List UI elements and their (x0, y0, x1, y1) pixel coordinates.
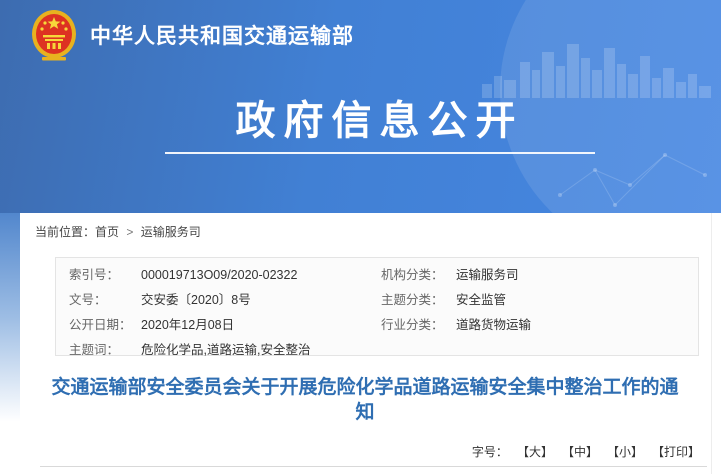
meta-value: 交安委〔2020〕8号 (141, 288, 381, 313)
meta-label: 行业分类： (381, 313, 456, 338)
font-size-medium-button[interactable]: 【中】 (562, 443, 598, 460)
font-size-large-button[interactable]: 【大】 (517, 443, 553, 460)
breadcrumb-section-link[interactable]: 运输服务司 (141, 225, 201, 239)
meta-label: 主题分类： (381, 288, 456, 313)
meta-label: 文号： (56, 288, 141, 313)
meta-value: 000019713O09/2020-02322 (141, 263, 381, 288)
breadcrumb-home-link[interactable]: 首页 (95, 225, 119, 239)
breadcrumb: 当前位置：首页 > 运输服务司 (20, 213, 711, 241)
meta-label: 主题词： (56, 338, 141, 363)
document-meta-table: 索引号： 000019713O09/2020-02322 机构分类： 运输服务司… (55, 257, 699, 356)
meta-label: 索引号： (56, 263, 141, 288)
font-size-small-button[interactable]: 【小】 (607, 443, 643, 460)
content-panel: 当前位置：首页 > 运输服务司 索引号： 000019713O09/2020-0… (20, 213, 712, 474)
banner-title-underline (165, 152, 595, 154)
document-title: 交通运输部安全委员会关于开展危险化学品道路运输安全集中整治工作的通知 (45, 375, 685, 425)
meta-row-docnumber: 文号： 交安委〔2020〕8号 主题分类： 安全监管 (56, 288, 698, 313)
print-button[interactable]: 【打印】 (652, 443, 700, 460)
meta-label: 公开日期： (56, 313, 141, 338)
city-skyline-decor (480, 40, 721, 98)
font-size-label: 字号： (472, 443, 508, 460)
national-emblem-icon (30, 8, 78, 62)
left-gradient-strip (0, 213, 20, 474)
site-name-link[interactable]: 中华人民共和国交通运输部 (90, 20, 354, 50)
meta-row-index: 索引号： 000019713O09/2020-02322 机构分类： 运输服务司 (56, 263, 698, 288)
meta-value: 安全监管 (456, 288, 698, 313)
banner: 中华人民共和国交通运输部 政府信息公开 (0, 0, 721, 213)
breadcrumb-label: 当前位置： (35, 225, 95, 239)
banner-page-title: 政府信息公开 (19, 98, 721, 144)
breadcrumb-separator-icon: > (126, 225, 133, 239)
content-divider (40, 466, 707, 467)
meta-value: 道路货物运输 (456, 313, 698, 338)
meta-row-date: 公开日期： 2020年12月08日 行业分类： 道路货物运输 (56, 313, 698, 338)
meta-label: 机构分类： (381, 263, 456, 288)
meta-value: 运输服务司 (456, 263, 698, 288)
meta-value: 2020年12月08日 (141, 313, 381, 338)
meta-row-keywords: 主题词： 危险化学品,道路运输,安全整治 (56, 338, 698, 363)
meta-value: 危险化学品,道路运输,安全整治 (141, 338, 381, 363)
font-size-controls: 字号： 【大】 【中】 【小】 【打印】 (472, 443, 700, 460)
